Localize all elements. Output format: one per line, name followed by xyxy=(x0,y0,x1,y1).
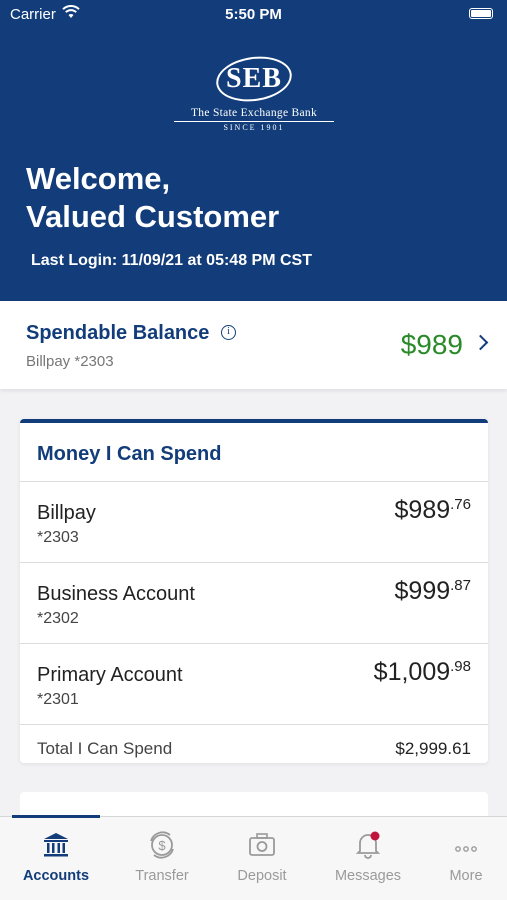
welcome-line-1: Welcome, xyxy=(26,161,171,196)
spendable-balance-card[interactable]: Spendable Balance i Billpay *2303 $989 xyxy=(0,301,507,389)
status-time: 5:50 PM xyxy=(225,6,282,23)
camera-icon xyxy=(249,833,275,856)
account-name: Billpay xyxy=(37,502,96,524)
logo-since: SINCE 1901 xyxy=(223,123,285,132)
account-balance: $1,009.98 xyxy=(374,658,471,687)
total-label: Total I Can Spend xyxy=(37,739,173,758)
tab-label: Accounts xyxy=(22,868,90,884)
tab-bar: Accounts $ Transfer Deposit Messages Mor… xyxy=(0,815,507,900)
balance-cents: .98 xyxy=(450,658,471,675)
card-title: Money I Can Spend xyxy=(37,443,222,465)
tab-transfer[interactable]: $ Transfer xyxy=(112,817,212,900)
tab-label: Deposit xyxy=(237,868,287,884)
spendable-balance-amount: $989 xyxy=(400,329,463,360)
tab-label: More xyxy=(449,868,483,884)
tab-messages[interactable]: Messages xyxy=(318,817,418,900)
chevron-right-icon xyxy=(472,334,489,351)
total-value: $2,999.61 xyxy=(395,739,471,758)
account-row-primary[interactable]: Primary Account *2301 $1,009.98 xyxy=(20,644,488,724)
balance-cents: .87 xyxy=(450,577,471,594)
balance-dollars: $999 xyxy=(394,577,451,605)
header: Carrier 5:50 PM SEB The State Exchange B… xyxy=(0,0,507,301)
tab-label: Messages xyxy=(334,868,402,884)
welcome-heading: Welcome, Valued Customer xyxy=(26,160,279,236)
account-row-billpay[interactable]: Billpay *2303 $989.76 xyxy=(20,482,488,562)
bank-logo: SEB The State Exchange Bank SINCE 1901 xyxy=(170,51,338,133)
last-login: Last Login: 11/09/21 at 05:48 PM CST xyxy=(31,252,312,269)
account-name: Primary Account xyxy=(37,664,183,686)
tab-deposit[interactable]: Deposit xyxy=(212,817,312,900)
account-name: Business Account xyxy=(37,583,195,605)
bell-icon xyxy=(355,831,381,859)
account-number: *2301 xyxy=(37,691,79,708)
account-row-business[interactable]: Business Account *2302 $999.87 xyxy=(20,563,488,643)
balance-dollars: $989 xyxy=(394,496,451,524)
more-icon xyxy=(455,846,477,852)
tab-label: Transfer xyxy=(135,868,189,884)
account-number: *2302 xyxy=(37,610,79,627)
money-i-can-spend-card: Money I Can Spend Billpay *2303 $989.76 … xyxy=(20,419,488,763)
divider xyxy=(20,724,488,725)
svg-text:$: $ xyxy=(158,838,166,853)
info-icon[interactable]: i xyxy=(221,325,236,340)
transfer-icon: $ xyxy=(150,831,174,859)
notification-badge xyxy=(370,831,380,841)
logo-bank-name: The State Exchange Bank xyxy=(190,107,317,119)
tab-accounts[interactable]: Accounts xyxy=(6,817,106,900)
account-number: *2303 xyxy=(37,529,79,546)
welcome-line-2: Valued Customer xyxy=(26,199,280,234)
spendable-balance-account: Billpay *2303 xyxy=(26,353,114,370)
logo-divider xyxy=(174,121,334,122)
status-bar: Carrier 5:50 PM xyxy=(0,0,507,30)
balance-cents: .76 xyxy=(450,496,471,513)
account-balance: $999.87 xyxy=(395,577,471,606)
battery-icon xyxy=(469,8,493,19)
bank-icon xyxy=(44,833,68,857)
spendable-balance-title: Spendable Balance xyxy=(26,322,210,344)
logo-mark: SEB xyxy=(226,63,282,94)
tab-more[interactable]: More xyxy=(416,817,507,900)
balance-dollars: $1,009 xyxy=(373,658,451,686)
account-balance: $989.76 xyxy=(395,496,471,525)
